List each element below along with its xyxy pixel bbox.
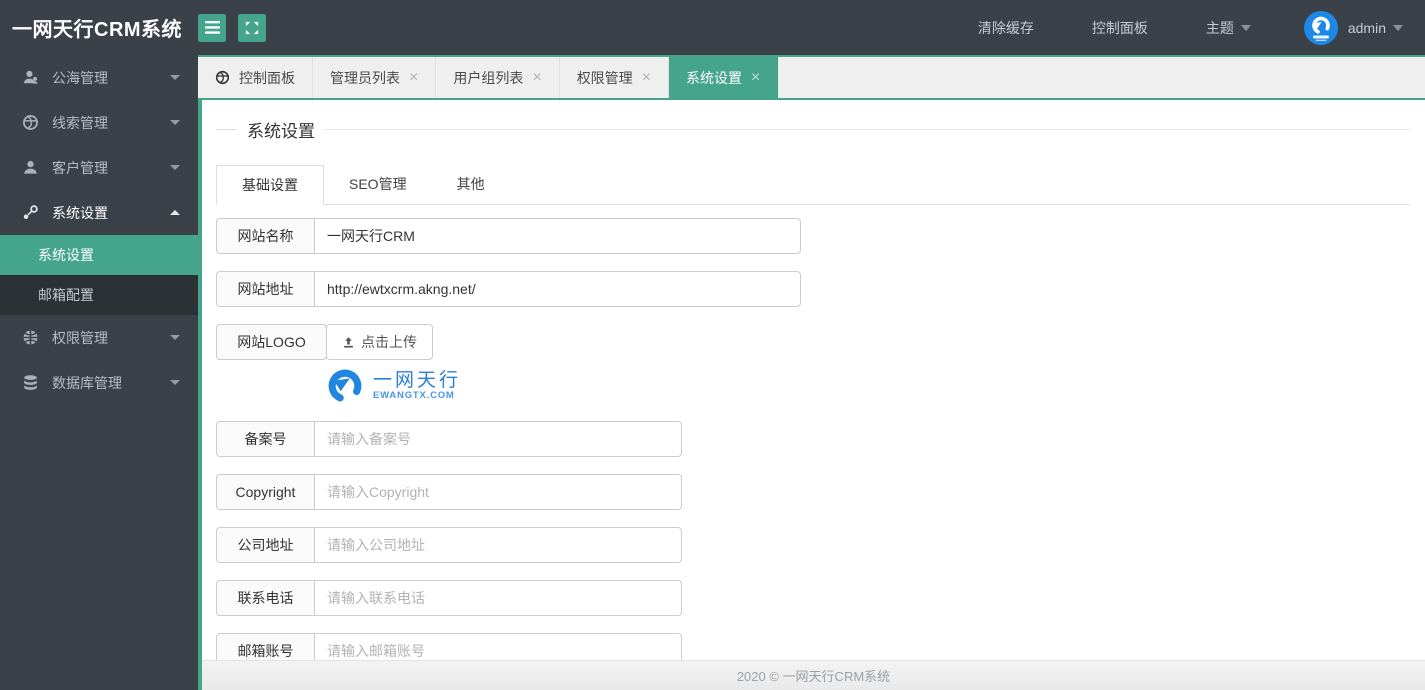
logo-title: 一网天行 bbox=[373, 369, 462, 391]
settings-nodes-icon bbox=[22, 204, 39, 221]
tab-dashboard[interactable]: 控制面板 bbox=[198, 57, 313, 98]
user-icon bbox=[22, 159, 39, 176]
database-icon bbox=[22, 374, 39, 391]
app-title: 一网天行CRM系统 bbox=[12, 19, 183, 41]
sidebar-subitem-mail-config[interactable]: 邮箱配置 bbox=[0, 275, 198, 315]
user-menu[interactable]: admin bbox=[1348, 0, 1425, 55]
sidebar-toggle-button[interactable] bbox=[198, 13, 227, 42]
tab-other[interactable]: 其他 bbox=[432, 165, 510, 205]
site-url-input[interactable] bbox=[314, 271, 801, 307]
settings-panel: 系统设置 基础设置 SEO管理 其他 网站名称 一网天行CRM 网站地址 htt… bbox=[202, 100, 1425, 660]
globe-icon bbox=[22, 114, 39, 131]
close-icon[interactable]: × bbox=[642, 69, 651, 86]
theme-dropdown[interactable]: 主题 bbox=[1177, 0, 1280, 55]
sidebar-item-database[interactable]: 数据库管理 bbox=[0, 360, 198, 405]
chevron-down-icon bbox=[170, 380, 180, 385]
close-icon[interactable]: × bbox=[751, 69, 760, 86]
phone-input[interactable] bbox=[314, 580, 682, 616]
site-name-label: 网站名称 bbox=[216, 218, 314, 254]
tab-seo[interactable]: SEO管理 bbox=[324, 165, 432, 205]
upload-button[interactable]: 点击上传 bbox=[326, 324, 433, 360]
chevron-down-icon bbox=[170, 120, 180, 125]
tab-basic-settings[interactable]: 基础设置 bbox=[216, 165, 324, 205]
header-actions: 清除缓存 控制面板 主题 admin bbox=[949, 0, 1425, 55]
caret-down-icon bbox=[1240, 24, 1251, 31]
close-icon[interactable]: × bbox=[532, 69, 541, 86]
page-title: 系统设置 bbox=[247, 121, 315, 141]
chevron-down-icon bbox=[170, 335, 180, 340]
dashboard-link[interactable]: 控制面板 bbox=[1063, 0, 1177, 55]
tab-user-group-list[interactable]: 用户组列表 × bbox=[436, 57, 560, 98]
site-logo-label: 网站LOGO bbox=[216, 324, 327, 360]
site-url-label: 网站地址 bbox=[216, 271, 314, 307]
company-address-input[interactable] bbox=[314, 527, 682, 563]
panel-title-row: 系统设置 bbox=[216, 118, 1410, 141]
logo-domain: EWANGTX.COM bbox=[373, 390, 455, 402]
app-window: 一网天行CRM系统 清除缓存 控制面板 主题 admin 公海管理 线索管理 客… bbox=[0, 0, 1425, 690]
globe-icon bbox=[215, 70, 230, 85]
settings-tabs: 基础设置 SEO管理 其他 bbox=[216, 165, 1410, 205]
copyright-label: Copyright bbox=[216, 474, 314, 510]
fullscreen-button[interactable] bbox=[238, 13, 267, 42]
hamburger-icon bbox=[204, 21, 220, 34]
chevron-down-icon bbox=[170, 165, 180, 170]
chevron-up-icon bbox=[170, 210, 180, 215]
username: admin bbox=[1347, 19, 1386, 36]
chevron-down-icon bbox=[170, 75, 180, 80]
sidebar-item-permissions[interactable]: 权限管理 bbox=[0, 315, 198, 360]
tab-admin-list[interactable]: 管理员列表 × bbox=[313, 57, 437, 98]
sidebar: 公海管理 线索管理 客户管理 系统设置 系统设置 邮箱配置 权限管理 数据库管理 bbox=[0, 55, 198, 690]
tab-permissions[interactable]: 权限管理 × bbox=[560, 57, 670, 98]
sidebar-item-customers[interactable]: 客户管理 bbox=[0, 145, 198, 190]
copyright-input[interactable] bbox=[314, 474, 682, 510]
caret-down-icon bbox=[1393, 24, 1403, 31]
sidebar-item-public-sea[interactable]: 公海管理 bbox=[0, 55, 198, 100]
email-label: 邮箱账号 bbox=[216, 633, 314, 660]
company-address-label: 公司地址 bbox=[216, 527, 314, 563]
users-icon bbox=[22, 69, 39, 86]
window-tabbar: 控制面板 管理员列表 × 用户组列表 × 权限管理 × 系统设置 × bbox=[198, 55, 1425, 100]
icp-input[interactable] bbox=[314, 421, 682, 457]
basic-settings-form: 网站名称 网站地址 网站LOGO bbox=[216, 218, 1410, 660]
clear-cache-link[interactable]: 清除缓存 bbox=[949, 0, 1063, 55]
footer: 2020 © 一网天行CRM系统 bbox=[202, 660, 1425, 690]
close-icon[interactable]: × bbox=[409, 69, 418, 86]
icp-label: 备案号 bbox=[216, 421, 314, 457]
logo-swoosh-icon bbox=[326, 367, 364, 405]
top-header: 一网天行CRM系统 清除缓存 控制面板 主题 admin bbox=[0, 0, 1425, 55]
tab-system-settings[interactable]: 系统设置 × bbox=[669, 57, 779, 98]
fullscreen-icon bbox=[245, 21, 259, 35]
phone-label: 联系电话 bbox=[216, 580, 314, 616]
email-input[interactable] bbox=[314, 633, 682, 660]
sidebar-subitem-system-settings[interactable]: 系统设置 bbox=[0, 235, 198, 275]
upload-icon bbox=[342, 336, 355, 349]
globe-grid-icon bbox=[22, 329, 39, 346]
sidebar-item-leads[interactable]: 线索管理 bbox=[0, 100, 198, 145]
site-name-input[interactable] bbox=[314, 218, 801, 254]
site-logo-preview: 一网天行 EWANGTX.COM bbox=[326, 366, 1410, 406]
footer-text: 2020 © 一网天行CRM系统 bbox=[736, 669, 891, 684]
user-avatar[interactable] bbox=[1303, 10, 1338, 45]
sidebar-item-system-settings[interactable]: 系统设置 bbox=[0, 190, 198, 235]
